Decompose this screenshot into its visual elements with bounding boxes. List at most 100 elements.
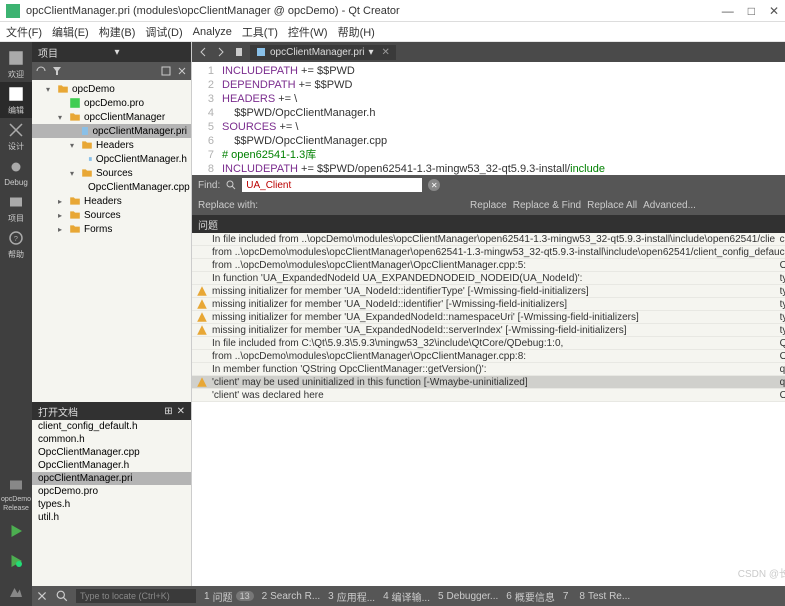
tree-node[interactable]: OpcClientManager.cpp [32,180,191,194]
mode-welcome[interactable]: 欢迎 [0,46,32,82]
open-doc-item[interactable]: opcClientManager.pri [32,472,191,485]
tree-node[interactable]: ▾Sources [32,166,191,180]
menu-build[interactable]: 构建(B) [99,24,136,40]
search-icon [226,180,236,190]
minimize-button[interactable]: — [722,4,734,18]
project-panel-menu-icon[interactable]: ▾ [115,47,186,58]
mode-sidebar: 欢迎 编辑 设计 Debug 项目 ?帮助 opcDemo Release [0,42,32,606]
mode-projects[interactable]: 项目 [0,190,32,226]
issue-row[interactable]: 'client' may be used uninitialized in th… [192,376,785,389]
open-doc-item[interactable]: common.h [32,433,191,446]
editor-tab[interactable]: opcClientManager.pri ▾ ✕ [250,45,396,60]
status-item[interactable]: 5Debugger... [438,591,498,602]
replace-label: Replace with: [198,200,258,211]
open-doc-item[interactable]: types.h [32,498,191,511]
mode-design[interactable]: 设计 [0,118,32,154]
issue-row[interactable]: from ..\opcDemo\modules\opcClientManager… [192,246,785,259]
nav-fwd-icon[interactable] [214,45,228,59]
issue-row[interactable]: missing initializer for member 'UA_Expan… [192,311,785,324]
project-toolbar [32,62,191,80]
watermark: CSDN @长沙红胖子Qt（长沙创微智科） [738,565,785,580]
status-item[interactable]: 6概要信息 [506,589,555,604]
open-docs-split-icon[interactable]: ⊞ [164,406,172,417]
chevron-down-icon[interactable]: ▾ [369,47,374,58]
issue-row[interactable]: from ..\opcDemo\modules\opcClientManager… [192,350,785,363]
clear-find-icon[interactable]: ✕ [428,179,440,191]
blank-area: CSDN @长沙红胖子Qt（长沙创微智科） [192,402,785,586]
tree-node[interactable]: ▾Headers [32,138,191,152]
svg-text:?: ? [14,234,18,243]
open-doc-item[interactable]: client_config_default.h [32,420,191,433]
tree-node[interactable]: ▾opcClientManager [32,110,191,124]
tree-node[interactable]: ▸Sources [32,208,191,222]
menu-file[interactable]: 文件(F) [6,24,42,40]
menu-help[interactable]: 帮助(H) [338,24,375,40]
tree-node[interactable]: opcClientManager.pri [32,124,191,138]
window-title: opcClientManager.pri (modules\opcClientM… [26,5,722,17]
open-doc-item[interactable]: OpcClientManager.h [32,459,191,472]
issue-row[interactable]: In file included from ..\opcDemo\modules… [192,233,785,246]
split-icon[interactable] [161,66,171,76]
open-doc-item[interactable]: util.h [32,511,191,524]
issues-title: 问题 [198,217,218,232]
issue-row[interactable]: missing initializer for member 'UA_Expan… [192,324,785,337]
tree-node[interactable]: ▸Forms [32,222,191,236]
issue-row[interactable]: In member function 'QString OpcClientMan… [192,363,785,376]
issue-row[interactable]: 'client' was declared hereOpcClientManag… [192,389,785,402]
advanced-button[interactable]: Advanced... [643,200,696,211]
find-label: Find: [198,180,220,191]
status-item[interactable]: 7 [563,591,572,602]
target-selector[interactable]: opcDemo Release [0,472,32,516]
menu-tools[interactable]: 工具(T) [242,24,278,40]
code-editor[interactable]: 123456789101112131415 INCLUDEPATH += $$P… [192,62,785,175]
open-docs-title: 打开文档 [38,404,78,419]
maximize-button[interactable]: □ [748,4,755,18]
filter-icon[interactable] [52,66,62,76]
status-item[interactable]: 1问题13 [204,589,254,604]
issue-row[interactable]: missing initializer for member 'UA_NodeI… [192,298,785,311]
find-input[interactable] [242,178,422,192]
menu-analyze[interactable]: Analyze [193,26,232,38]
status-item[interactable]: 2Search R... [262,591,321,602]
tree-node[interactable]: OpcClientManager.h [32,152,191,166]
project-panel-title: 项目 [38,45,109,60]
open-doc-item[interactable]: OpcClientManager.cpp [32,446,191,459]
menu-debug[interactable]: 调试(D) [145,24,182,40]
tree-node[interactable]: ▸Headers [32,194,191,208]
run-button[interactable] [5,520,27,542]
status-item[interactable]: 3应用程... [328,589,375,604]
menu-widgets[interactable]: 控件(W) [288,24,328,40]
mode-debug[interactable]: Debug [0,154,32,190]
close-button[interactable]: ✕ [769,4,779,18]
mode-edit[interactable]: 编辑 [0,82,32,118]
status-item[interactable]: 4编译输... [383,589,430,604]
close-output-icon[interactable] [36,590,48,602]
sync-icon[interactable] [36,66,46,76]
open-docs-close-icon[interactable]: ✕ [177,406,185,417]
replace-button[interactable]: Replace [470,200,507,211]
file-icon [256,47,266,57]
locator-input[interactable]: Type to locate (Ctrl+K) [76,589,196,603]
nav-back-icon[interactable] [196,45,210,59]
qt-creator-icon [6,4,20,18]
tab-close-icon[interactable]: ✕ [382,47,390,58]
bookmark-icon[interactable] [232,45,246,59]
menu-edit[interactable]: 编辑(E) [52,24,89,40]
debug-run-button[interactable] [5,550,27,572]
issue-row[interactable]: missing initializer for member 'UA_NodeI… [192,285,785,298]
status-item[interactable]: 8Test Re... [579,591,630,602]
replace-find-button[interactable]: Replace & Find [513,200,581,211]
statusbar: Type to locate (Ctrl+K) 1问题13 2Search R..… [32,586,785,606]
issue-row[interactable]: In function 'UA_ExpandedNodeId UA_EXPAND… [192,272,785,285]
replace-all-button[interactable]: Replace All [587,200,637,211]
search-status-icon [56,590,68,602]
open-doc-item[interactable]: opcDemo.pro [32,485,191,498]
close-panel-icon[interactable] [177,66,187,76]
issue-row[interactable]: from ..\opcDemo\modules\opcClientManager… [192,259,785,272]
tree-node[interactable]: opcDemo.pro [32,96,191,110]
tree-node[interactable]: ▾opcDemo [32,82,191,96]
build-button[interactable] [5,580,27,602]
menubar: 文件(F) 编辑(E) 构建(B) 调试(D) Analyze 工具(T) 控件… [0,22,785,42]
issue-row[interactable]: In file included from C:\Qt\5.9.3\5.9.3\… [192,337,785,350]
mode-help[interactable]: ?帮助 [0,226,32,262]
